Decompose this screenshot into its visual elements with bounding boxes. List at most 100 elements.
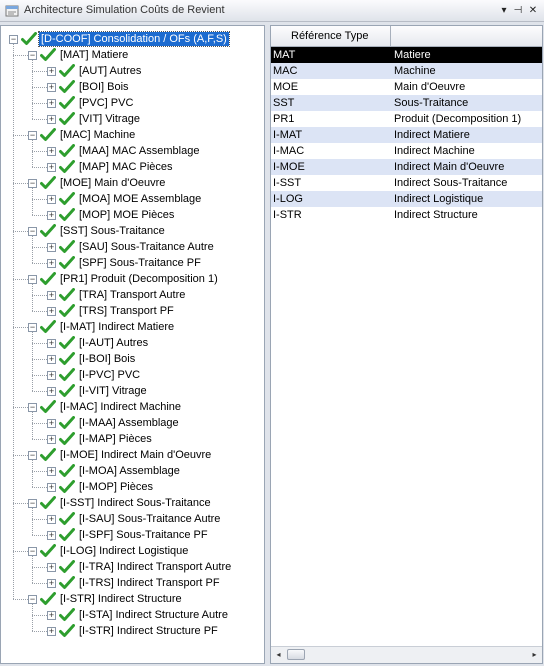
collapse-icon[interactable]: − (28, 51, 37, 60)
type-cell[interactable]: Sous-Traitance (394, 95, 468, 111)
collapse-icon[interactable]: − (28, 403, 37, 412)
check-icon[interactable] (40, 592, 56, 606)
expand-icon[interactable]: + (47, 563, 56, 572)
tree-node[interactable]: − [MOE] Main d'Oeuvre (1, 175, 264, 191)
tree-node-label[interactable]: [PVC] PVC (77, 96, 135, 110)
tree-node-label[interactable]: [SST] Sous-Traitance (58, 224, 167, 238)
check-icon[interactable] (59, 480, 75, 494)
close-icon[interactable]: ✕ (526, 3, 540, 18)
type-cell[interactable]: Indirect Logistique (394, 191, 483, 207)
type-cell[interactable]: Indirect Structure (394, 207, 478, 223)
table-row[interactable]: MOE Main d'Oeuvre (271, 79, 542, 95)
column-header-reference-type[interactable]: Référence Type (271, 26, 391, 46)
expand-icon[interactable]: + (47, 611, 56, 620)
check-icon[interactable] (59, 112, 75, 126)
tree-node-label[interactable]: [D-COOF] Consolidation / OFs (A,F,S) (38, 31, 230, 47)
scroll-right-icon[interactable]: ▸ (528, 649, 541, 661)
tree-node[interactable]: − [MAC] Machine (1, 127, 264, 143)
tree-node-label[interactable]: [I-MOE] Indirect Main d'Oeuvre (58, 448, 213, 462)
collapse-icon[interactable]: − (28, 547, 37, 556)
table-row[interactable]: MAC Machine (271, 63, 542, 79)
table-row[interactable]: PR1 Produit (Decomposition 1) (271, 111, 542, 127)
tree-node-label[interactable]: [I-MOA] Assemblage (77, 464, 182, 478)
expand-icon[interactable]: + (47, 579, 56, 588)
check-icon[interactable] (59, 576, 75, 590)
table-row[interactable]: SST Sous-Traitance (271, 95, 542, 111)
tree-node[interactable]: − [D-COOF] Consolidation / OFs (A,F,S) (1, 31, 264, 47)
table-row[interactable]: I-MOE Indirect Main d'Oeuvre (271, 159, 542, 175)
tree-node-label[interactable]: [MOP] MOE Pièces (77, 208, 176, 222)
expand-icon[interactable]: + (47, 291, 56, 300)
check-icon[interactable] (59, 560, 75, 574)
type-cell[interactable]: Matiere (394, 47, 431, 63)
check-icon[interactable] (59, 464, 75, 478)
type-cell[interactable]: Main d'Oeuvre (394, 79, 465, 95)
reference-cell[interactable]: I-SST (273, 175, 301, 191)
collapse-icon[interactable]: − (28, 179, 37, 188)
tree-node-label[interactable]: [I-MAT] Indirect Matiere (58, 320, 176, 334)
check-icon[interactable] (59, 608, 75, 622)
check-icon[interactable] (59, 384, 75, 398)
reference-cell[interactable]: MOE (273, 79, 298, 95)
collapse-icon[interactable]: − (28, 323, 37, 332)
type-cell[interactable]: Indirect Main d'Oeuvre (394, 159, 504, 175)
expand-icon[interactable]: + (47, 387, 56, 396)
type-cell[interactable]: Indirect Matiere (394, 127, 470, 143)
reference-cell[interactable]: SST (273, 95, 294, 111)
tree-node-label[interactable]: [MAP] MAC Pièces (77, 160, 175, 174)
table-row[interactable]: I-STR Indirect Structure (271, 207, 542, 223)
reference-cell[interactable]: I-MOE (273, 159, 305, 175)
reference-cell[interactable]: I-LOG (273, 191, 303, 207)
check-icon[interactable] (59, 352, 75, 366)
check-icon[interactable] (40, 320, 56, 334)
type-cell[interactable]: Produit (Decomposition 1) (394, 111, 521, 127)
collapse-icon[interactable]: − (28, 131, 37, 140)
check-icon[interactable] (59, 240, 75, 254)
table-row[interactable]: I-MAC Indirect Machine (271, 143, 542, 159)
check-icon[interactable] (40, 224, 56, 238)
tree-node-label[interactable]: [MAC] Machine (58, 128, 137, 142)
check-icon[interactable] (59, 208, 75, 222)
tree-node-label[interactable]: [I-STR] Indirect Structure (58, 592, 184, 606)
check-icon[interactable] (40, 400, 56, 414)
tree-node[interactable]: − [MAT] Matiere (1, 47, 264, 63)
tree-node-label[interactable]: [I-MAA] Assemblage (77, 416, 181, 430)
tree-node-label[interactable]: [I-TRS] Indirect Transport PF (77, 576, 222, 590)
tree-node-label[interactable]: [VIT] Vitrage (77, 112, 142, 126)
check-icon[interactable] (59, 288, 75, 302)
pin-icon[interactable]: ⊣ (511, 3, 525, 18)
reference-cell[interactable]: MAC (273, 63, 297, 79)
expand-icon[interactable]: + (47, 355, 56, 364)
tree-node-label[interactable]: [SPF] Sous-Traitance PF (77, 256, 203, 270)
collapse-icon[interactable]: − (28, 595, 37, 604)
tree-node-label[interactable]: [I-MAC] Indirect Machine (58, 400, 183, 414)
tree-node-label[interactable]: [SAU] Sous-Traitance Autre (77, 240, 216, 254)
tree-node-label[interactable]: [MAA] MAC Assemblage (77, 144, 201, 158)
expand-icon[interactable]: + (47, 67, 56, 76)
expand-icon[interactable]: + (47, 259, 56, 268)
reference-cell[interactable]: MAT (273, 47, 295, 63)
tree-node-label[interactable]: [I-TRA] Indirect Transport Autre (77, 560, 233, 574)
tree-node-label[interactable]: [I-SPF] Sous-Traitance PF (77, 528, 210, 542)
expand-icon[interactable]: + (47, 147, 56, 156)
tree-node-label[interactable]: [MOE] Main d'Oeuvre (58, 176, 167, 190)
tree-node[interactable]: − [I-MOE] Indirect Main d'Oeuvre (1, 447, 264, 463)
check-icon[interactable] (40, 448, 56, 462)
tree-node-label[interactable]: [I-VIT] Vitrage (77, 384, 149, 398)
collapse-icon[interactable]: − (28, 227, 37, 236)
expand-icon[interactable]: + (47, 243, 56, 252)
tree-node-label[interactable]: [MAT] Matiere (58, 48, 130, 62)
check-icon[interactable] (59, 96, 75, 110)
tree-node-label[interactable]: [I-MOP] Pièces (77, 480, 155, 494)
check-icon[interactable] (59, 192, 75, 206)
check-icon[interactable] (59, 432, 75, 446)
tree-node[interactable]: − [I-SST] Indirect Sous-Traitance (1, 495, 264, 511)
check-icon[interactable] (40, 272, 56, 286)
scroll-thumb[interactable] (287, 649, 305, 660)
tree-node[interactable]: − [I-STR] Indirect Structure (1, 591, 264, 607)
tree-node-label[interactable]: [I-AUT] Autres (77, 336, 150, 350)
check-icon[interactable] (59, 416, 75, 430)
tree-node-label[interactable]: [AUT] Autres (77, 64, 143, 78)
expand-icon[interactable]: + (47, 435, 56, 444)
tree-node-label[interactable]: [I-STA] Indirect Structure Autre (77, 608, 230, 622)
